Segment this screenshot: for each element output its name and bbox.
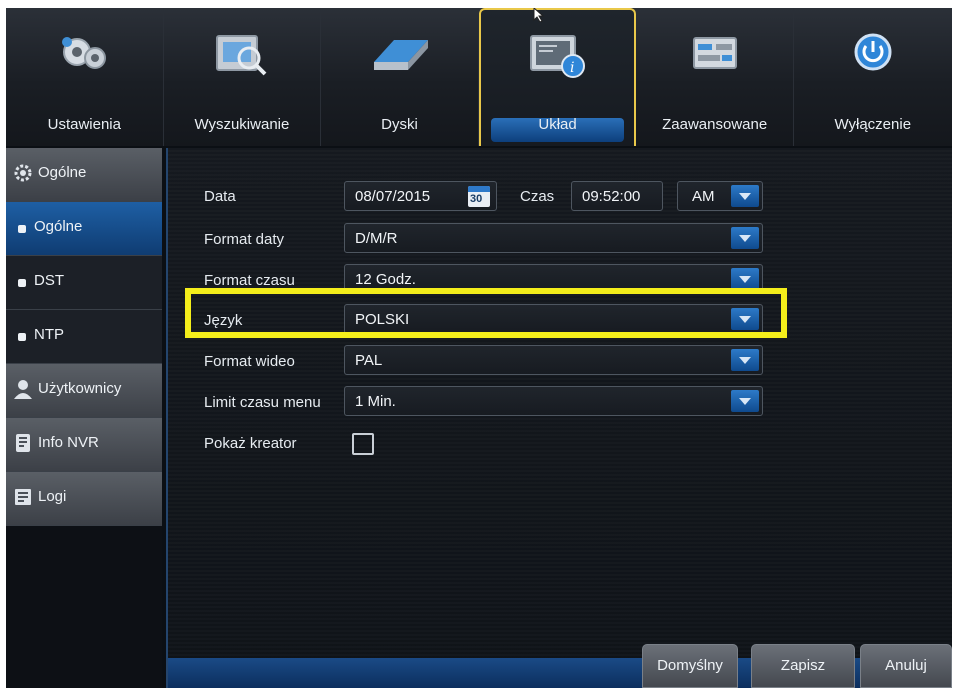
sidebar-item-label: Użytkownicy: [38, 380, 122, 397]
ampm-select[interactable]: AM: [677, 181, 763, 211]
tab-label: Ustawienia: [47, 116, 121, 133]
sidebar-item-label: Ogólne: [38, 164, 87, 181]
sidebar-item-nvr-info[interactable]: Info NVR: [6, 418, 162, 472]
tab-label: Układ: [538, 116, 577, 133]
top-navigation: Ustawienia Wyszukiwanie Dyski i Układ Za…: [6, 8, 952, 146]
date-format-select[interactable]: D/M/R: [344, 223, 763, 253]
gear-icon: [14, 164, 32, 182]
calendar-icon[interactable]: 30: [468, 186, 490, 207]
tab-search[interactable]: Wyszukiwanie: [164, 8, 322, 146]
sidebar-item-general[interactable]: Ogólne: [6, 202, 162, 256]
sidebar-item-label: DST: [34, 272, 64, 289]
video-format-select[interactable]: PAL: [344, 345, 763, 375]
gears-icon: [62, 37, 107, 69]
tab-settings[interactable]: Ustawienia: [6, 8, 164, 146]
svg-text:i: i: [570, 60, 574, 76]
date-value: 08/07/2015: [355, 188, 431, 205]
info-screen-icon: i: [529, 35, 585, 78]
sidebar-item-ntp[interactable]: NTP: [6, 310, 162, 364]
bullet-icon: [18, 225, 26, 233]
tab-label: Dyski: [381, 116, 418, 133]
sidebar: Ogólne Ogólne DST NTP Użytkownicy Info N…: [6, 148, 162, 688]
menu-timeout-select[interactable]: 1 Min.: [344, 386, 763, 416]
mouse-cursor-icon: [533, 8, 545, 22]
chevron-down-icon[interactable]: [731, 185, 759, 207]
tab-advanced[interactable]: Zaawansowane: [636, 8, 794, 146]
advanced-panel-icon: [692, 37, 737, 69]
language-select[interactable]: POLSKI: [344, 304, 763, 334]
time-value: 09:52:00: [582, 188, 641, 205]
sidebar-item-label: Logi: [38, 488, 67, 505]
tab-layout[interactable]: i Układ: [478, 8, 637, 146]
time-format-label: Format czasu: [204, 272, 295, 289]
nvr-settings-screen: Ustawienia Wyszukiwanie Dyski i Układ Za…: [6, 8, 952, 688]
tab-shutdown[interactable]: Wyłączenie: [794, 8, 952, 146]
sidebar-item-logs[interactable]: Logi: [6, 472, 162, 526]
time-label: Czas: [520, 188, 555, 205]
calendar-day: 30: [470, 193, 483, 205]
video-format-label: Format wideo: [204, 353, 295, 370]
menu-timeout-value: 1 Min.: [355, 393, 396, 410]
time-field[interactable]: 09:52:00: [571, 181, 663, 211]
video-format-value: PAL: [355, 352, 383, 369]
power-icon: [854, 33, 892, 71]
chevron-down-icon[interactable]: [731, 227, 759, 249]
tab-label: Wyłączenie: [834, 116, 912, 133]
user-icon: [14, 380, 32, 399]
date-field[interactable]: 08/07/2015 30: [344, 181, 497, 211]
tab-disks[interactable]: Dyski: [321, 8, 479, 146]
language-value: POLSKI: [355, 311, 410, 328]
log-icon: [15, 489, 31, 505]
menu-timeout-label: Limit czasu menu: [204, 394, 321, 411]
ampm-value: AM: [692, 188, 715, 205]
settings-panel: Data 08/07/2015 30 Czas 09:52:00 AM Form…: [166, 148, 952, 688]
sidebar-item-users[interactable]: Użytkownicy: [6, 364, 162, 418]
save-button[interactable]: Zapisz: [751, 644, 855, 688]
sidebar-item-label: NTP: [34, 326, 64, 343]
tab-label: Wyszukiwanie: [194, 116, 290, 133]
language-label: Język: [204, 312, 243, 329]
sidebar-item-dst[interactable]: DST: [6, 256, 162, 310]
sidebar-item-general-category[interactable]: Ogólne: [6, 148, 162, 202]
bullet-icon: [18, 279, 26, 287]
default-button[interactable]: Domyślny: [642, 644, 738, 688]
bullet-icon: [18, 333, 26, 341]
date-format-value: D/M/R: [355, 230, 398, 247]
sidebar-item-label: Info NVR: [38, 434, 99, 451]
search-film-icon: [215, 35, 267, 76]
date-format-label: Format daty: [204, 231, 285, 248]
time-format-value: 12 Godz.: [355, 271, 416, 288]
chevron-down-icon[interactable]: [731, 349, 759, 371]
wizard-label: Pokaż kreator: [204, 435, 297, 452]
hard-disk-icon: [374, 40, 429, 70]
sidebar-item-label: Ogólne: [34, 218, 83, 235]
info-device-icon: [16, 434, 30, 452]
cancel-button[interactable]: Anuluj: [860, 644, 952, 688]
date-label: Data: [204, 188, 236, 205]
chevron-down-icon[interactable]: [731, 268, 759, 290]
wizard-checkbox[interactable]: [352, 433, 374, 455]
chevron-down-icon[interactable]: [731, 390, 759, 412]
time-format-select[interactable]: 12 Godz.: [344, 264, 763, 294]
chevron-down-icon[interactable]: [731, 308, 759, 330]
tab-label: Zaawansowane: [662, 116, 768, 133]
